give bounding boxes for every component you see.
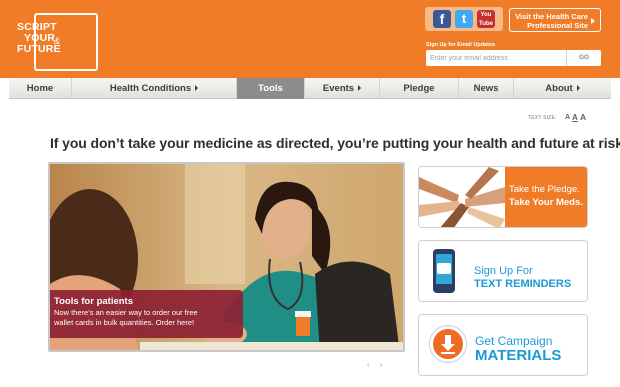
main-nav: Home Health Conditions Tools Events Pled… (9, 78, 611, 99)
pledge-card[interactable]: Take the Pledge. Take Your Meds. (418, 166, 588, 228)
hero-caption-title: Tools for patients (54, 296, 133, 307)
message-icon (437, 263, 451, 274)
hero-caption-line1: Now there’s an easier way to order our f… (54, 308, 198, 317)
professional-site-label: Visit the Health Care Professional Site (515, 12, 588, 30)
nav-home[interactable]: Home (9, 78, 72, 99)
caret-right-icon (195, 85, 199, 91)
site-header: SCRIPT YOUR FUTURE & f t You Tube Visit … (0, 0, 620, 78)
nav-pledge-label: Pledge (403, 83, 435, 94)
text-size-large[interactable]: A (580, 112, 586, 122)
nav-pledge[interactable]: Pledge (380, 78, 459, 99)
nav-health-conditions[interactable]: Health Conditions (72, 78, 237, 99)
facebook-icon[interactable]: f (433, 10, 451, 28)
hero-caption[interactable]: Tools for patients Now there’s an easier… (50, 290, 243, 338)
download-arrow-icon (441, 335, 455, 354)
nav-events-label: Events (322, 83, 355, 94)
arrow-right-icon (591, 18, 595, 24)
youtube-icon[interactable]: You Tube (477, 10, 495, 28)
email-go-button[interactable]: GO (566, 50, 601, 66)
nav-events[interactable]: Events (305, 78, 380, 99)
slider-next-button[interactable]: › (380, 362, 382, 369)
pledge-line1: Take the Pledge. (509, 184, 580, 195)
email-input[interactable] (426, 50, 566, 66)
download-icon (430, 326, 466, 362)
pledge-line2: Take Your Meds. (509, 197, 583, 208)
phone-icon (433, 249, 455, 293)
campaign-materials-line1: Get Campaign (475, 334, 553, 348)
logo-text-script: SCRIPT (17, 21, 57, 33)
hero-slider[interactable]: Tools for patients Now there’s an easier… (48, 162, 405, 352)
text-size-medium[interactable]: A (572, 113, 578, 122)
hero-caption-line2: wallet cards in bulk quantities. Order h… (54, 318, 195, 327)
logo-ampersand: & (54, 36, 61, 46)
social-links: f t You Tube (425, 7, 503, 31)
text-reminders-line2: TEXT REMINDERS (474, 278, 572, 290)
twitter-icon[interactable]: t (455, 10, 473, 28)
phone-screen (436, 254, 452, 284)
campaign-materials-card[interactable]: Get Campaign MATERIALS (418, 314, 588, 376)
slider-prev-button[interactable]: ‹ (367, 362, 369, 369)
campaign-materials-line2: MATERIALS (475, 347, 562, 364)
page-headline: If you don’t take your medicine as direc… (50, 135, 620, 151)
nav-about-label: About (545, 83, 573, 94)
caret-right-icon (576, 85, 580, 91)
nav-about[interactable]: About (514, 78, 611, 99)
logo-text-your: YOUR (24, 32, 56, 44)
nav-home-label: Home (26, 83, 54, 94)
nav-news-label: News (473, 83, 499, 94)
nav-health-conditions-label: Health Conditions (109, 83, 192, 94)
text-reminders-card[interactable]: Sign Up For TEXT REMINDERS (418, 240, 588, 302)
nav-tools-label: Tools (258, 83, 283, 94)
nav-news[interactable]: News (459, 78, 514, 99)
text-size-small[interactable]: A (565, 114, 570, 121)
text-reminders-line1: Sign Up For (474, 265, 533, 277)
caret-right-icon (358, 85, 362, 91)
hands-image (419, 167, 505, 227)
text-size-label: TEXT SIZE: (528, 115, 557, 121)
nav-tools[interactable]: Tools (237, 78, 305, 99)
professional-site-button[interactable]: Visit the Health Care Professional Site (509, 8, 601, 32)
email-signup-label: Sign Up for Email Updates (426, 42, 496, 48)
